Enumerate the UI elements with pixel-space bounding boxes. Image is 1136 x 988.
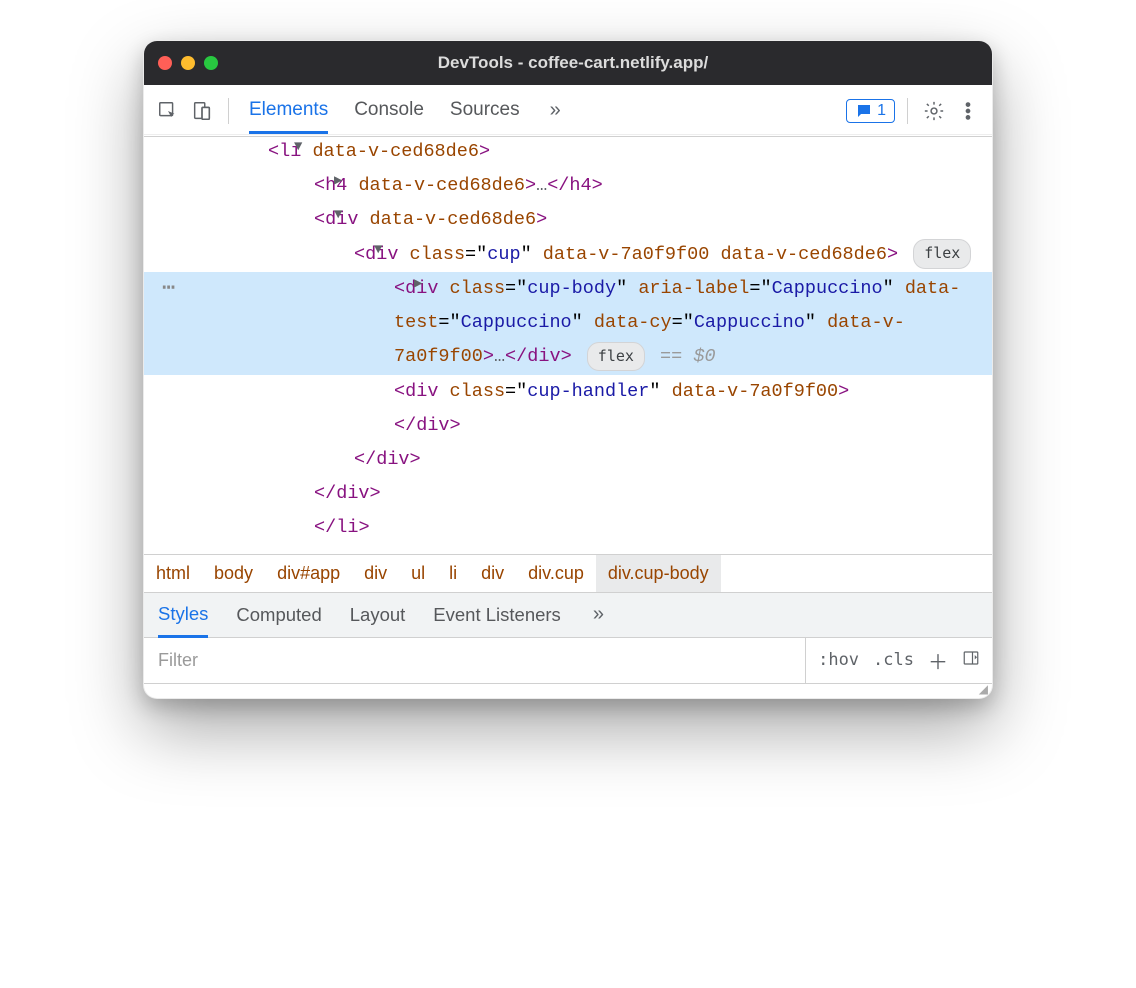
inspect-element-icon[interactable] [154,97,182,125]
dom-node-h4[interactable]: ▶ <h4 data-v-ced68de6>…</h4> [144,169,992,203]
tab-computed[interactable]: Computed [236,604,321,626]
issues-badge[interactable]: 1 [846,99,895,123]
expand-arrow-icon[interactable]: ▶ [334,169,342,195]
expand-arrow-icon[interactable]: ▼ [294,135,302,161]
console-reference: == $0 [660,346,716,367]
expand-arrow-icon[interactable]: ▼ [334,203,342,229]
tab-console[interactable]: Console [354,99,424,123]
tab-styles[interactable]: Styles [158,603,208,638]
cls-toggle[interactable]: .cls [873,650,914,670]
styles-filter-bar: :hov .cls ＋ [144,638,992,684]
dom-node-cup-body-selected[interactable]: ⋯ ▶ <div class="cup-body" aria-label="Ca… [144,272,992,375]
tab-sources[interactable]: Sources [450,99,520,123]
issues-count: 1 [877,102,886,120]
gutter-actions-icon[interactable]: ⋯ [162,278,176,300]
styles-filter-controls: :hov .cls ＋ [805,638,992,683]
more-sidebar-tabs-button[interactable]: » [589,603,608,626]
crumb-div2[interactable]: div [469,555,516,592]
expand-arrow-icon[interactable]: ▶ [414,272,422,298]
more-tabs-button[interactable]: » [546,99,565,122]
dom-close-cup[interactable]: </div> [144,443,992,477]
kebab-menu-icon[interactable] [954,97,982,125]
devtools-window: DevTools - coffee-cart.netlify.app/ Elem… [143,40,993,699]
truncated-line: … [144,127,992,135]
crumb-cup[interactable]: div.cup [516,555,596,592]
elements-tree[interactable]: … ▼ <li data-v-ced68de6> ▶ <h4 data-v-ce… [144,137,992,554]
titlebar: DevTools - coffee-cart.netlify.app/ [144,41,992,85]
tab-event-listeners[interactable]: Event Listeners [433,604,561,626]
dom-node-cup-handler[interactable]: <div class="cup-handler" data-v-7a0f9f00… [144,375,992,443]
crumb-app[interactable]: div#app [265,555,352,592]
crumb-li[interactable]: li [437,555,469,592]
crumb-html[interactable]: html [144,555,202,592]
main-tabs: Elements Console Sources » [249,99,840,123]
computed-panel-toggle-icon[interactable] [962,648,980,672]
dom-close-div[interactable]: </div> [144,477,992,511]
flex-badge[interactable]: flex [587,342,645,372]
resize-handle[interactable]: ◢ [144,684,992,698]
crumb-div[interactable]: div [352,555,399,592]
crumb-cup-body[interactable]: div.cup-body [596,555,721,592]
settings-gear-icon[interactable] [920,97,948,125]
dom-close-li[interactable]: </li> [144,511,992,545]
crumb-ul[interactable]: ul [399,555,437,592]
new-style-rule-button[interactable]: ＋ [928,646,948,675]
separator [228,98,229,124]
crumb-body[interactable]: body [202,555,265,592]
dom-node-div[interactable]: ▼ <div data-v-ced68de6> [144,203,992,237]
expand-arrow-icon[interactable]: ▼ [374,238,382,264]
separator [907,98,908,124]
breadcrumb: html body div#app div ul li div div.cup … [144,554,992,592]
hov-toggle[interactable]: :hov [818,650,859,670]
window-title: DevTools - coffee-cart.netlify.app/ [168,53,978,73]
dom-node-cup[interactable]: ▼ <div class="cup" data-v-7a0f9f00 data-… [144,238,992,272]
tab-layout[interactable]: Layout [350,604,406,626]
dom-node-li[interactable]: ▼ <li data-v-ced68de6> [144,135,992,169]
flex-badge[interactable]: flex [913,239,971,269]
styles-filter-input[interactable] [144,638,805,683]
device-toolbar-icon[interactable] [188,97,216,125]
sidebar-tabs: Styles Computed Layout Event Listeners » [144,592,992,638]
